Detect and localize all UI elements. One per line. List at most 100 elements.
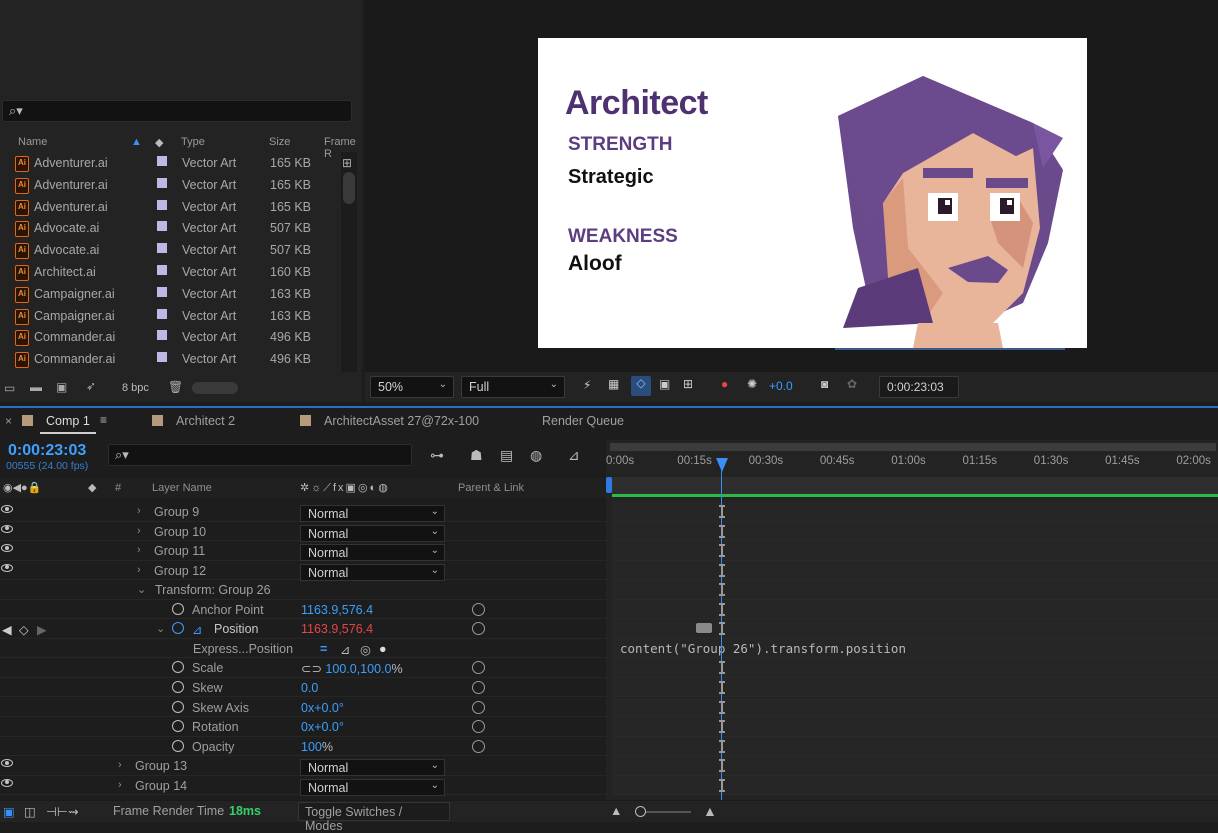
layer-time-marker[interactable] [718,544,725,558]
blend-mode-dropdown[interactable]: Normal ⌄ [300,544,445,562]
col-name[interactable]: Name [18,136,47,148]
label-color-swatch[interactable] [157,177,167,188]
label-color-swatch[interactable] [157,308,167,319]
property-row-rotation[interactable]: Rotation 0x+0.0° [0,717,606,737]
time-ruler[interactable]: 0:00s 00:15s 00:30s 00:45s 01:00s 01:15s 01:30… [606,452,1218,474]
property-time-marker[interactable] [718,622,725,636]
skew-axis-value[interactable]: +0.0° [314,701,344,715]
comp-canvas[interactable]: Architect STRENGTH Strategic WEAKNESS Al… [538,38,1087,348]
motion-icon[interactable]: ⇝ [68,804,78,819]
col-type[interactable]: Type [181,136,205,148]
transform-label[interactable]: Transform: Group 26 [155,583,271,597]
tab-menu-icon[interactable]: ≡ [100,413,107,427]
layer-time-marker[interactable] [718,524,725,538]
stopwatch-icon[interactable] [172,739,184,752]
opacity-value[interactable]: 100 [301,740,322,754]
trash-icon[interactable]: 🗑 [168,380,183,394]
layer-time-marker[interactable] [718,563,725,577]
resolution-dropdown[interactable]: Full ⌄ [461,376,565,398]
chevron-right-icon[interactable]: › [137,544,141,556]
motion-blur-icon[interactable]: ◍ [530,447,542,464]
label-color-swatch[interactable] [157,286,167,297]
project-file-row[interactable]: Ai Advocate.ai Vector Art 507 KB [0,218,340,240]
layer-time-marker[interactable] [718,583,725,597]
expression-enable-icon[interactable]: = [320,642,327,656]
stopwatch-icon[interactable] [172,680,184,693]
blend-mode-dropdown[interactable]: Normal ⌄ [300,778,445,796]
snapshot-icon[interactable]: ◙ [821,377,828,391]
new-folder-icon[interactable]: ▬ [30,380,42,394]
tab-render-queue[interactable]: Render Queue [542,414,624,428]
property-row-scale[interactable]: Scale ⊂⊃ 100.0,100.0% [0,658,606,678]
stopwatch-icon[interactable] [172,720,184,733]
exposure-value[interactable]: +0.0 [769,379,793,393]
new-comp-icon[interactable]: ▣ [56,380,67,394]
timeline-track-row[interactable] [612,756,1218,776]
expand-icon[interactable]: ⊣⊢ [46,804,68,819]
timeline-track-row[interactable] [612,677,1218,698]
property-row-anchor[interactable]: Anchor Point 1163.9,576.4 [0,600,606,620]
fast-preview-icon[interactable]: ⚡ [583,378,591,392]
chevron-right-icon[interactable]: › [137,525,141,537]
layer-name[interactable]: Group 11 [154,544,205,558]
eye-icon[interactable] [1,505,13,513]
layer-name[interactable]: Group 9 [154,505,199,519]
rotation-value[interactable]: +0.0° [314,720,344,734]
expression-pickwhip-icon[interactable] [472,720,485,734]
expression-pickwhip-icon[interactable] [472,622,485,636]
property-time-marker[interactable] [718,680,725,694]
viewer-timecode[interactable]: 0:00:23:03 [879,376,959,398]
expression-pickwhip-icon[interactable] [472,602,485,616]
project-file-row[interactable]: Ai Commander.ai Vector Art 496 KB [0,349,340,371]
zoom-out-icon[interactable]: ▲ [610,804,622,818]
layer-row-g14[interactable]: › Group 14 Normal ⌄ [0,776,606,796]
anchor-point-value[interactable]: 1163.9,576.4 [301,603,373,617]
timeline-track-row[interactable] [612,775,1218,796]
mask-visibility-icon[interactable]: ◇ [631,376,651,396]
project-file-row[interactable]: Ai Adventurer.ai Vector Art 165 KB [0,175,340,197]
layer-name[interactable]: Group 12 [154,564,206,578]
comp-icon[interactable]: ▣ [3,804,15,819]
layer-name[interactable]: Group 13 [135,759,187,773]
property-time-marker[interactable] [718,739,725,753]
timeline-track-row[interactable] [612,697,1218,717]
chevron-right-icon[interactable]: › [137,505,141,517]
expression-pickwhip-icon[interactable] [472,739,485,753]
project-hscroll[interactable] [192,382,238,394]
zoom-in-icon[interactable]: ▲ [703,803,717,819]
eye-icon[interactable] [1,524,13,533]
position-x-value[interactable]: 1163.9 [301,622,338,636]
label-color-swatch[interactable] [157,221,167,232]
position-y-value[interactable]: 576.4 [342,622,373,636]
project-file-row[interactable]: Ai Adventurer.ai Vector Art 165 KB [0,153,340,175]
grid-guides-icon[interactable]: ⊞ [683,377,693,391]
project-scroll-thumb[interactable] [343,172,355,204]
layer-row-g10[interactable]: › Group 10 Normal ⌄ [0,522,606,542]
timeline-track-row[interactable] [612,580,1218,600]
blend-mode-dropdown[interactable]: Normal ⌄ [300,524,445,542]
graph-editor-icon[interactable]: ⊿ [568,447,580,464]
sort-arrow-icon[interactable]: ▲ [131,136,142,148]
timeline-track-row[interactable] [612,717,1218,737]
skew-value[interactable]: 0.0 [301,681,318,695]
tab-comp-1[interactable]: Comp 1 [46,414,90,428]
label-tag-icon[interactable]: ◆ [155,136,163,149]
expression-pickwhip-icon[interactable] [472,680,485,694]
project-file-row[interactable]: Ai Campaigner.ai Vector Art 163 KB [0,306,340,328]
timeline-track-row[interactable] [612,599,1218,620]
label-color-swatch[interactable] [157,265,167,275]
project-file-row[interactable]: Ai Commander.ai Vector Art 496 KB [0,327,340,349]
property-row-opacity[interactable]: Opacity 100% [0,737,606,757]
zoom-slider-knob[interactable] [635,806,646,817]
project-file-row[interactable]: Ai Advocate.ai Vector Art 507 KB [0,240,340,262]
project-file-row[interactable]: Ai Architect.ai Vector Art 160 KB [0,262,340,284]
expression-text[interactable]: content("Group 26").transform.position [620,641,906,656]
timeline-track-row[interactable] [612,736,1218,757]
add-keyframe-icon[interactable]: ◇ [19,622,29,637]
property-time-marker[interactable] [718,661,725,675]
layer-icon[interactable]: ◫ [24,804,36,819]
layer-name[interactable]: Group 14 [135,779,187,793]
expression-pickwhip-icon[interactable]: ◎ [360,642,371,657]
toggle-switches-modes[interactable]: Toggle Switches / Modes [298,802,450,833]
rotation-rev[interactable]: 0x [301,720,314,734]
